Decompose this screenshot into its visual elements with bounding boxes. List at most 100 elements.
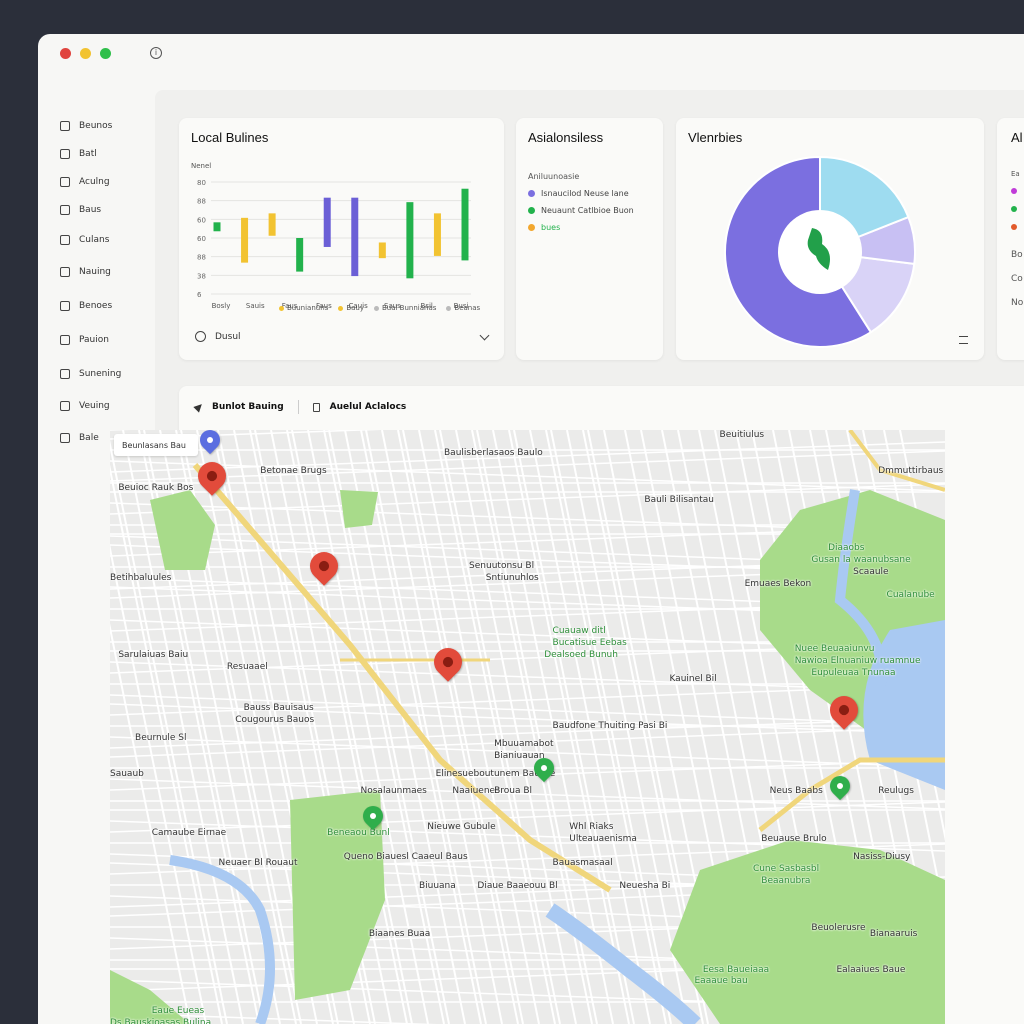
legend-dot	[338, 305, 344, 311]
legend-dot	[528, 224, 535, 231]
pin-center	[205, 435, 215, 445]
chevron-down-icon[interactable]	[479, 330, 490, 341]
sidebar-item-label: Pauion	[79, 335, 109, 345]
map-tabs: Bunlot Bauing Auelul Aclalocs	[193, 400, 407, 414]
tab-auelul-aclalocs[interactable]: Auelul Aclalocs	[330, 402, 407, 412]
map-label: Scaaule	[853, 566, 889, 577]
legend-dot	[279, 305, 284, 311]
legend-item: Beanas	[446, 304, 480, 312]
map-label: Beuolerusre	[811, 923, 866, 934]
legend-item: Neuaunt Catlbioe Buon	[528, 206, 634, 215]
card-title: Local Bulines	[191, 130, 269, 145]
map-label: Biuuana	[418, 881, 456, 892]
map-label: Baudfone Thuiting Pasi Bi	[552, 721, 668, 732]
bar-chart-legend: Buunianuns Bauy Bual Bunnianas Beanas	[279, 304, 480, 312]
sidebar-item-4[interactable]: Baus	[60, 200, 101, 220]
map-label: Bauss Bauisaus	[243, 703, 314, 714]
map-label: Beuause Brulo	[761, 833, 827, 844]
sidebar-item-2[interactable]: Batl	[60, 144, 97, 164]
sidebar-item-10[interactable]: Veuing	[60, 396, 110, 416]
chat-icon	[60, 177, 70, 187]
map-label: Beneaou Bunl	[327, 827, 390, 838]
table-icon	[60, 433, 70, 443]
minimize-window-button[interactable]	[80, 47, 91, 59]
local-bulines-card: Local Bulines Nenel 80 88 60 60 88 38 6 Bosly Sa…	[179, 118, 504, 360]
doc-icon	[60, 301, 70, 311]
map-label: Dmmuttirbaus	[878, 465, 944, 476]
bar[interactable]	[461, 188, 469, 261]
sidebar-item-3[interactable]: Aculng	[60, 172, 110, 192]
map-label: Mbuuamabot	[494, 738, 554, 749]
map-label: Beuitiulus	[719, 430, 765, 440]
card-title: Asialonsiless	[528, 130, 604, 145]
map-label: Bianaaruis	[869, 928, 918, 939]
pin-center	[837, 703, 851, 717]
bar[interactable]	[213, 222, 221, 232]
map-label: Diaue Baaeouu Bl	[477, 881, 558, 892]
map-label: Eesa Baueiaaa	[702, 964, 770, 975]
sidebar-item-5[interactable]: Culans	[60, 230, 109, 250]
map-label: Beaanubra	[761, 875, 811, 886]
pin-center	[835, 781, 845, 791]
bar[interactable]	[241, 217, 249, 263]
row-label: Ea	[1011, 170, 1020, 178]
y-tick-label: 88	[197, 198, 206, 206]
card-title: Al	[1011, 130, 1023, 145]
y-tick-label: 60	[197, 216, 206, 224]
calendar-icon	[60, 401, 70, 411]
bar[interactable]	[406, 202, 414, 279]
filter-icon[interactable]	[959, 336, 968, 344]
bar[interactable]	[268, 213, 276, 236]
map-label: Reulugs	[878, 786, 914, 797]
map-search-box[interactable]: Beunlasans Bau	[114, 434, 198, 456]
map-label: Gusan la waanubsane	[811, 554, 911, 565]
map-label: Sarulaiuas Baiu	[118, 649, 189, 660]
sidebar-item-7[interactable]: Benoes	[60, 296, 112, 316]
row-label: No	[1011, 298, 1024, 308]
fourth-card: Al Ea Bo Co No	[997, 118, 1024, 360]
sidebar-item-label: Sunening	[79, 369, 122, 379]
legend-dot	[446, 305, 452, 311]
map-search-input[interactable]: Beunlasans Bau	[122, 441, 186, 450]
sidebar-item-label: Bale	[79, 433, 99, 443]
bar[interactable]	[296, 238, 304, 272]
map-label: Ealaaiues Baue	[836, 964, 906, 975]
maximize-window-button[interactable]	[100, 47, 111, 59]
sidebar-item-label: Benoes	[79, 301, 113, 311]
sidebar-item-label: Culans	[79, 235, 110, 245]
bar[interactable]	[378, 242, 386, 259]
map-label: Eaue Eueas	[151, 1006, 205, 1017]
map-label: Neuesha Bi	[619, 881, 671, 892]
info-icon[interactable]: i	[150, 47, 162, 59]
sidebar-item-6[interactable]: Nauing	[60, 262, 111, 282]
map-canvas[interactable]: Betonae Brugs Baulisberlasaos Baulo Beuiti…	[110, 430, 945, 1024]
bar[interactable]	[323, 197, 331, 247]
map-label: Nosalaunmaes	[360, 786, 427, 797]
asialonsiless-card: Asialonsiless Aniluunoasie Isnaucilod Ne…	[516, 118, 663, 360]
legend-dot	[1011, 206, 1017, 212]
y-tick-label: 6	[197, 291, 202, 299]
folder-icon	[60, 121, 70, 131]
close-window-button[interactable]	[60, 47, 71, 59]
map-label: Emuaes Bekon	[744, 578, 812, 589]
footer-row[interactable]: Dusul	[195, 331, 241, 342]
pin-center	[441, 655, 455, 669]
sidebar-item-11[interactable]: Bale	[60, 428, 99, 448]
legend-item: bues	[528, 223, 560, 232]
pin-center	[539, 763, 549, 773]
sidebar-item-8[interactable]: Pauion	[60, 330, 109, 350]
sidebar-item-9[interactable]: Sunening	[60, 364, 121, 384]
sidebar-item-1[interactable]: Beunos	[60, 116, 112, 136]
app-window: i Beunos Batl Aculng Baus Culans Nauing Benoes…	[38, 34, 1024, 1024]
legend-item: Bauy	[338, 304, 364, 312]
bar[interactable]	[433, 213, 441, 256]
list-icon	[60, 335, 70, 345]
tab-bunlot-bauing[interactable]: Bunlot Bauing	[212, 402, 284, 412]
map-label: Bauli Bilisantau	[644, 495, 714, 506]
legend-label: Isnaucilod Neuse lane	[541, 189, 629, 198]
legend-dot	[528, 190, 535, 197]
bar[interactable]	[351, 197, 359, 277]
map-label: Beuioc Rauk Bos	[118, 483, 194, 494]
legend-label: bues	[541, 223, 561, 232]
map-label: Nasiss-Diusy	[853, 851, 911, 862]
